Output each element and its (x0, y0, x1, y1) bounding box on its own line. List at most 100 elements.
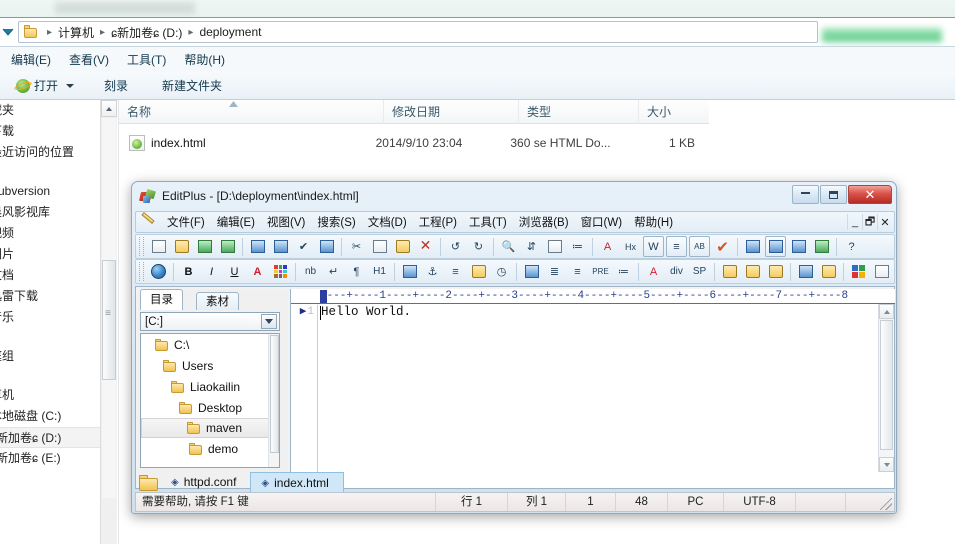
find-icon[interactable]: 🔍 (498, 236, 519, 257)
tab-directory[interactable]: 目录 (140, 289, 183, 310)
align-center-icon[interactable]: ≡ (567, 261, 588, 282)
scroll-up-arrow-icon[interactable] (879, 304, 894, 319)
find-in-files-icon[interactable] (544, 236, 565, 257)
column-header-modified[interactable]: 修改日期 (384, 99, 519, 124)
nbsp-icon[interactable]: nb (300, 261, 321, 282)
tree-node-liaokailin[interactable]: Liaokailin (141, 376, 279, 397)
tab-cliptext[interactable]: 素材 (196, 292, 239, 310)
frame-icon[interactable] (818, 261, 839, 282)
anchor-icon[interactable]: ⚓ (422, 261, 443, 282)
breadcrumb-deployment[interactable]: deployment (197, 25, 263, 39)
tree-node-demo[interactable]: demo (141, 438, 279, 459)
word-wrap-icon[interactable]: W (643, 236, 664, 257)
nav-item-computer[interactable]: 算机 (0, 385, 100, 406)
mdi-close-button[interactable]: ✕ (877, 214, 892, 230)
user-tool1-icon[interactable] (742, 236, 763, 257)
table-row[interactable]: index.html 2014/9/10 23:04 360 se HTML D… (119, 132, 700, 154)
chevron-down-icon[interactable] (66, 83, 75, 88)
tree-node-users[interactable]: Users (141, 355, 279, 376)
nav-item-music[interactable]: 音乐 (0, 307, 100, 328)
clock-icon[interactable]: ◷ (491, 261, 512, 282)
open-file-icon[interactable] (171, 236, 192, 257)
table-icon[interactable] (521, 261, 542, 282)
font-icon[interactable]: A (597, 236, 618, 257)
ep-menu-tools[interactable]: 工具(T) (463, 212, 513, 232)
ep-menu-window[interactable]: 窗口(W) (575, 212, 629, 232)
close-button[interactable]: ✕ (848, 185, 892, 204)
address-breadcrumb-box[interactable]: ▸ 计算机 ▸ ɕ新加卷ɕ (D:) ▸ deployment (18, 21, 818, 43)
toolbar-grip[interactable] (139, 237, 144, 256)
replace-icon[interactable]: ⇵ (521, 236, 542, 257)
nav-item-pictures[interactable]: 图片 (0, 244, 100, 265)
editplus-title-bar[interactable]: EditPlus - [D:\deployment\index.html] ✕ (132, 182, 896, 210)
doc-tab-httpd-conf[interactable]: ◈ httpd.conf (161, 472, 250, 493)
print-preview-icon[interactable] (247, 236, 268, 257)
ep-menu-view[interactable]: 视图(V) (261, 212, 311, 232)
scroll-up-arrow-icon[interactable] (101, 100, 117, 117)
column-header-type[interactable]: 类型 (519, 99, 639, 124)
user-tool4-icon[interactable] (811, 236, 832, 257)
ep-menu-search[interactable]: 搜索(S) (311, 212, 361, 232)
image-icon[interactable] (399, 261, 420, 282)
check-icon[interactable]: ✔ (712, 236, 733, 257)
edit-pencil-icon[interactable] (468, 261, 489, 282)
paragraph-icon[interactable]: ¶ (346, 261, 367, 282)
copy-icon[interactable] (369, 236, 390, 257)
form-icon[interactable] (795, 261, 816, 282)
menu-tools[interactable]: 工具(T) (118, 48, 175, 71)
color-palette-icon[interactable] (270, 261, 291, 282)
template-icon[interactable] (871, 261, 892, 282)
line-numbers-icon[interactable]: ≡ (666, 236, 687, 257)
save-all-icon[interactable] (217, 236, 238, 257)
color-grid-icon[interactable] (848, 261, 869, 282)
italic-icon[interactable]: I (201, 261, 222, 282)
maximize-button[interactable] (820, 185, 847, 204)
new-folder-button[interactable]: 新建文件夹 (152, 75, 232, 96)
tree-node-maven[interactable]: maven (141, 418, 279, 438)
toolbar-grip[interactable] (139, 262, 144, 281)
div-icon[interactable]: div (666, 261, 687, 282)
ep-menu-file[interactable]: 文件(F) (161, 212, 211, 232)
ep-menu-browser[interactable]: 浏览器(B) (513, 212, 575, 232)
nav-item-documents[interactable]: 文档 (0, 265, 100, 286)
link-icon[interactable] (765, 261, 786, 282)
chevron-down-icon[interactable] (261, 314, 277, 329)
menu-view[interactable]: 查看(V) (60, 48, 118, 71)
delete-icon[interactable]: ✕ (415, 236, 436, 257)
redo-icon[interactable]: ↻ (468, 236, 489, 257)
tree-node-desktop[interactable]: Desktop (141, 397, 279, 418)
mdi-restore-button[interactable]: 🗗 (862, 214, 877, 230)
tree-node-c-drive[interactable]: C:\ (141, 334, 279, 355)
paste-icon[interactable] (392, 236, 413, 257)
column-header-name[interactable]: 名称 (119, 99, 384, 124)
nav-item-videos[interactable]: 视频 (0, 223, 100, 244)
editor-vertical-scrollbar[interactable] (878, 304, 894, 472)
bold-icon[interactable]: B (178, 261, 199, 282)
sp-icon[interactable]: SP (689, 261, 710, 282)
line-break-icon[interactable]: ↵ (323, 261, 344, 282)
scrollbar-thumb[interactable] (270, 335, 279, 453)
nav-item-drive-e[interactable]: ɕ新加卷ɕ (E:) (0, 448, 100, 469)
underline-icon[interactable]: U (224, 261, 245, 282)
new-file-icon[interactable] (148, 236, 169, 257)
list-icon[interactable]: ≔ (613, 261, 634, 282)
user-tool2-icon[interactable] (765, 236, 786, 257)
user-tool3-icon[interactable] (788, 236, 809, 257)
font-tag-icon[interactable]: A (643, 261, 664, 282)
help-pointer-icon[interactable]: ? (841, 236, 862, 257)
nav-item-local-disk-c[interactable]: 本地磁盘 (C:) (0, 406, 100, 427)
comment-icon[interactable] (742, 261, 763, 282)
horizontal-rule-icon[interactable]: ≡ (445, 261, 466, 282)
navigation-pane-scrollbar[interactable] (100, 100, 117, 544)
ep-menu-help[interactable]: 帮助(H) (628, 212, 679, 232)
ep-menu-project[interactable]: 工程(P) (413, 212, 463, 232)
navigation-dropdown-icon[interactable] (0, 24, 16, 40)
font-color-icon[interactable]: A (247, 261, 268, 282)
nav-item-favorites[interactable]: 藏夹 (0, 100, 100, 121)
save-icon[interactable] (194, 236, 215, 257)
sort-icon[interactable]: ≔ (567, 236, 588, 257)
nav-item-downloads[interactable]: 下载 (0, 121, 100, 142)
menu-help[interactable]: 帮助(H) (175, 48, 234, 71)
ep-menu-edit[interactable]: 编辑(E) (211, 212, 261, 232)
nav-item-thunder-downloads[interactable]: 迅雷下载 (0, 286, 100, 307)
